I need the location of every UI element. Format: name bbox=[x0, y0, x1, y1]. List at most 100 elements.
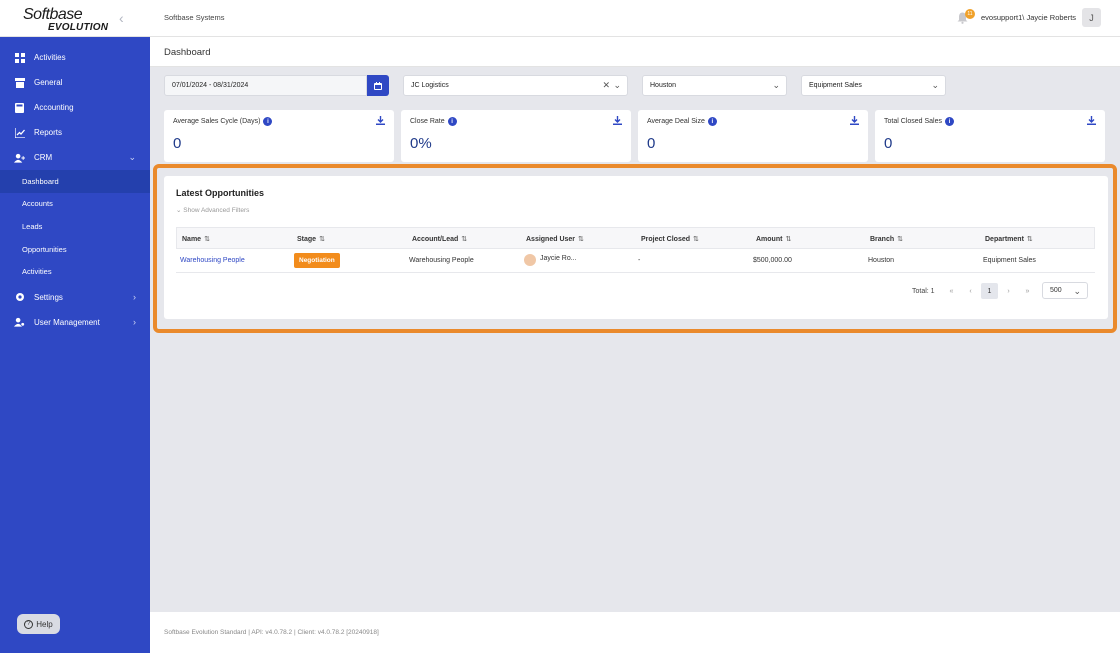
logo-text-bottom: EVOLUTION bbox=[48, 22, 109, 33]
sort-icon: ⇅ bbox=[461, 236, 468, 243]
kpi-label-text: Total Closed Sales bbox=[884, 118, 942, 125]
kpi-card-closed-sales: Total Closed Sales i 0 bbox=[875, 110, 1105, 162]
column-header-amount[interactable]: Amount ⇅ bbox=[756, 235, 791, 243]
column-header-name[interactable]: Name ⇅ bbox=[182, 235, 210, 243]
page-header: Dashboard bbox=[150, 37, 1120, 67]
user-name[interactable]: evosupport1\ Jaycie Roberts bbox=[981, 13, 1076, 22]
pager-prev-button[interactable]: ‹ bbox=[962, 283, 979, 299]
download-icon[interactable] bbox=[376, 116, 385, 127]
chevron-down-icon: ⌄ bbox=[613, 80, 621, 90]
table-row[interactable]: Warehousing People Negotiation Warehousi… bbox=[176, 249, 1095, 273]
sidebar-subitem-activities[interactable]: Activities bbox=[0, 260, 150, 283]
account-select[interactable]: JC Logistics ✕ ⌄ bbox=[403, 75, 628, 96]
info-icon[interactable]: i bbox=[447, 117, 457, 126]
column-header-department[interactable]: Department ⇅ bbox=[985, 235, 1033, 243]
sort-icon: ⇅ bbox=[1026, 236, 1033, 243]
sidebar-subitem-leads[interactable]: Leads bbox=[0, 215, 150, 238]
column-label: Branch bbox=[870, 236, 895, 243]
collapse-sidebar-icon[interactable]: ‹ bbox=[119, 10, 124, 26]
kpi-card-sales-cycle: Average Sales Cycle (Days) i 0 bbox=[164, 110, 394, 162]
sidebar-item-crm[interactable]: CRM ⌄ bbox=[0, 145, 150, 170]
date-range-input[interactable]: 07/01/2024 - 08/31/2024 bbox=[164, 75, 367, 96]
branch-select[interactable]: Houston ⌄ bbox=[642, 75, 787, 96]
column-header-branch[interactable]: Branch ⇅ bbox=[870, 235, 903, 243]
column-label: Department bbox=[985, 236, 1024, 243]
latest-opportunities-panel: Latest Opportunities ⌄ Show Advanced Fil… bbox=[164, 176, 1108, 319]
sort-icon: ⇅ bbox=[897, 236, 903, 243]
cell-amount: $500,000.00 bbox=[753, 257, 792, 264]
sidebar-subitem-dashboard[interactable]: Dashboard bbox=[0, 170, 150, 193]
pager-page-button[interactable]: 1 bbox=[981, 283, 998, 299]
pager-first-button[interactable]: « bbox=[943, 283, 960, 299]
sort-icon: ⇅ bbox=[785, 236, 792, 243]
pager-next-button[interactable]: › bbox=[1000, 283, 1017, 299]
info-icon[interactable]: i bbox=[707, 117, 717, 126]
column-header-project-closed[interactable]: Project Closed ⇅ bbox=[641, 235, 699, 243]
column-header-assigned-user[interactable]: Assigned User ⇅ bbox=[526, 235, 584, 243]
sidebar-item-label: Activities bbox=[34, 53, 66, 62]
kpi-label-text: Average Sales Cycle (Days) bbox=[173, 118, 261, 125]
user-avatar bbox=[524, 254, 536, 266]
column-label: Account/Lead bbox=[412, 236, 459, 243]
gear-icon bbox=[14, 292, 25, 303]
sidebar-subitem-opportunities[interactable]: Opportunities bbox=[0, 238, 150, 261]
table-header: Name ⇅ Stage ⇅ Account/Lead ⇅ Assigned User… bbox=[176, 227, 1095, 249]
clear-icon[interactable]: ✕ bbox=[602, 80, 610, 91]
column-header-stage[interactable]: Stage ⇅ bbox=[297, 235, 325, 243]
calendar-button[interactable] bbox=[367, 75, 389, 96]
kpi-card-close-rate: Close Rate i 0% bbox=[401, 110, 631, 162]
pager-total: Total: 1 bbox=[912, 288, 935, 295]
sidebar-subitem-accounts[interactable]: Accounts bbox=[0, 193, 150, 216]
sidebar-item-label: Reports bbox=[34, 128, 63, 137]
stage-badge: Negotiation bbox=[294, 253, 340, 268]
column-label: Stage bbox=[297, 236, 317, 243]
sidebar-item-reports[interactable]: Reports bbox=[0, 120, 150, 145]
sidebar-item-label: Accounting bbox=[34, 103, 74, 112]
sidebar-item-accounting[interactable]: Accounting bbox=[0, 95, 150, 120]
cell-branch: Houston bbox=[868, 257, 895, 264]
cell-assigned-user: Jaycie Ro... bbox=[540, 255, 577, 262]
footer: Softbase Evolution Standard | API: v4.0.… bbox=[150, 612, 1120, 653]
company-name: Softbase Systems bbox=[164, 13, 225, 22]
department-select[interactable]: Equipment Sales ⌄ bbox=[801, 75, 946, 96]
info-icon[interactable]: i bbox=[944, 117, 954, 126]
logo-area: Softbase EVOLUTION ‹ bbox=[0, 0, 150, 37]
help-button[interactable]: ? Help bbox=[17, 614, 60, 634]
calendar-icon bbox=[374, 81, 382, 90]
help-label: Help bbox=[36, 619, 53, 629]
chevron-down-icon: ⌄ bbox=[1073, 286, 1081, 296]
chevron-right-icon: › bbox=[133, 292, 136, 303]
column-label: Amount bbox=[756, 236, 783, 243]
sidebar-item-user-management[interactable]: User Management › bbox=[0, 310, 150, 335]
question-icon: ? bbox=[24, 619, 34, 629]
grid-icon bbox=[14, 52, 25, 63]
cell-project-closed: - bbox=[638, 257, 641, 264]
users-icon bbox=[14, 152, 25, 163]
cell-account: Warehousing People bbox=[409, 257, 474, 264]
sort-icon: ⇅ bbox=[319, 236, 325, 243]
user-gear-icon bbox=[14, 317, 25, 328]
notifications-button[interactable]: 11 bbox=[957, 9, 975, 26]
page-size-select[interactable]: 500 ⌄ bbox=[1042, 282, 1088, 299]
download-icon[interactable] bbox=[850, 116, 859, 127]
column-header-account[interactable]: Account/Lead ⇅ bbox=[412, 235, 467, 243]
opportunities-table: Name ⇅ Stage ⇅ Account/Lead ⇅ Assigned User… bbox=[176, 227, 1095, 273]
sidebar-item-activities[interactable]: Activities bbox=[0, 45, 150, 70]
download-icon[interactable] bbox=[1087, 116, 1096, 127]
kpi-label: Average Deal Size i bbox=[647, 117, 717, 126]
cell-name[interactable]: Warehousing People bbox=[180, 257, 245, 264]
info-icon[interactable]: i bbox=[263, 117, 273, 126]
advanced-filters-toggle[interactable]: ⌄ Show Advanced Filters bbox=[176, 206, 249, 214]
sidebar-item-settings[interactable]: Settings › bbox=[0, 285, 150, 310]
pager-last-button[interactable]: » bbox=[1019, 283, 1036, 299]
kpi-label-text: Average Deal Size bbox=[647, 118, 705, 125]
version-info: Softbase Evolution Standard | API: v4.0.… bbox=[164, 629, 379, 636]
avatar[interactable]: J bbox=[1082, 8, 1101, 27]
kpi-value: 0 bbox=[884, 135, 893, 152]
page-title: Dashboard bbox=[164, 47, 211, 58]
sidebar-item-general[interactable]: General bbox=[0, 70, 150, 95]
download-icon[interactable] bbox=[613, 116, 622, 127]
kpi-value: 0% bbox=[410, 135, 432, 152]
archive-icon bbox=[14, 77, 25, 88]
sidebar-nav: Activities General Accounting Reports CR… bbox=[0, 45, 150, 335]
